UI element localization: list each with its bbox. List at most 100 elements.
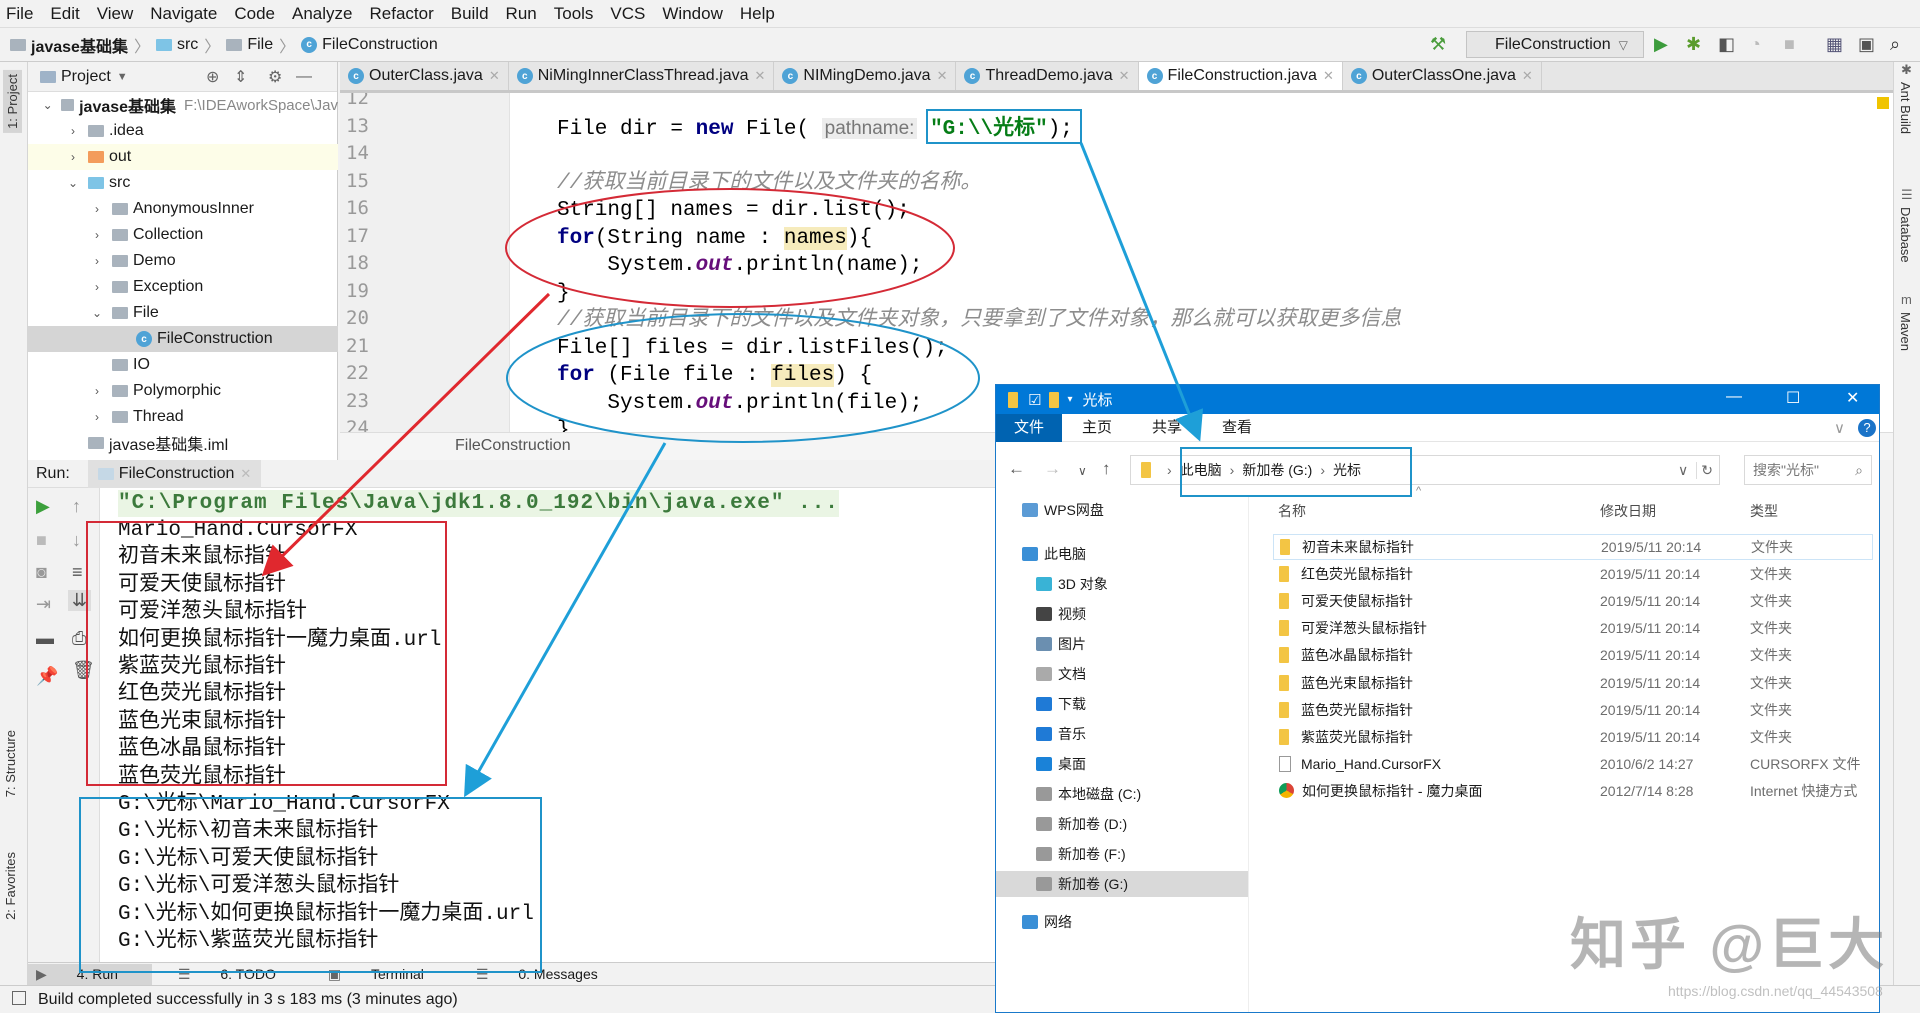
close-icon[interactable]: ✕: [1119, 68, 1130, 84]
chevron-right-icon[interactable]: ›: [90, 202, 104, 216]
close-icon[interactable]: ✕: [755, 68, 766, 84]
tree-item[interactable]: ⌄ src: [28, 170, 338, 196]
file-row[interactable]: 可爱洋葱头鼠标指针 2019/5/11 20:14 文件夹: [1273, 615, 1873, 641]
menu-view[interactable]: View: [97, 4, 134, 24]
menu-help[interactable]: Help: [740, 4, 775, 24]
nav-item[interactable]: 本地磁盘 (C:): [996, 781, 1248, 807]
collapse-all-icon[interactable]: ⇕: [234, 67, 247, 87]
help-icon[interactable]: ?: [1858, 419, 1876, 437]
status-toggle-icon[interactable]: [12, 991, 26, 1005]
scroll-to-end-icon[interactable]: ⇊: [68, 590, 92, 611]
recent-locations-icon[interactable]: ∨: [1078, 464, 1087, 478]
nav-item[interactable]: 网络: [996, 909, 1248, 935]
breadcrumb-item[interactable]: File 〉: [226, 33, 295, 57]
menu-edit[interactable]: Edit: [50, 4, 79, 24]
tree-item[interactable]: › AnonymousInner: [28, 196, 338, 222]
column-header[interactable]: 名称: [1278, 501, 1306, 521]
nav-item[interactable]: 新加卷 (G:): [996, 871, 1248, 897]
soft-wrap-icon[interactable]: ≡: [72, 562, 83, 583]
address-segment[interactable]: 此电脑: [1180, 460, 1222, 480]
ribbon-tab[interactable]: 查看: [1202, 414, 1272, 442]
locate-icon[interactable]: ⊕: [206, 67, 219, 87]
layout-icon[interactable]: ▬: [36, 628, 54, 649]
tree-item[interactable]: › Collection: [28, 222, 338, 248]
close-icon[interactable]: ✕: [937, 68, 948, 84]
tree-item[interactable]: › Thread: [28, 404, 338, 430]
profile-icon[interactable]: ◔: [1750, 34, 1761, 55]
tool-tab-database[interactable]: Database: [1898, 207, 1913, 263]
up-arrow-icon[interactable]: ↑: [72, 496, 81, 517]
run-icon[interactable]: ▶: [1654, 34, 1668, 55]
new-folder-icon[interactable]: [1049, 391, 1060, 408]
breadcrumb-item[interactable]: javase基础集〉: [10, 33, 150, 57]
chevron-right-icon[interactable]: ›: [90, 280, 104, 294]
stop-icon[interactable]: ■: [36, 530, 47, 551]
terminal-window-icon[interactable]: ▣: [1858, 34, 1875, 55]
coverage-icon[interactable]: ◧: [1718, 34, 1735, 55]
file-row[interactable]: 红色荧光鼠标指针 2019/5/11 20:14 文件夹: [1273, 561, 1873, 587]
stop-icon[interactable]: ■: [1784, 34, 1795, 55]
tree-item[interactable]: c FileConstruction: [28, 326, 338, 352]
address-bar[interactable]: › 此电脑 › 新加卷 (G:) › 光标 ∨ ↻: [1130, 455, 1720, 485]
tree-item[interactable]: IO: [28, 352, 338, 378]
tool-tab-ant-build[interactable]: Ant Build: [1898, 82, 1913, 134]
restore-layout-icon[interactable]: ⇥: [36, 594, 51, 615]
nav-item[interactable]: 文档: [996, 661, 1248, 687]
hide-icon[interactable]: —: [296, 68, 312, 86]
tree-item[interactable]: ⌄ File: [28, 300, 338, 326]
menu-code[interactable]: Code: [234, 4, 275, 24]
ribbon-tab[interactable]: 共享: [1132, 414, 1202, 442]
tree-item[interactable]: › out: [28, 144, 338, 170]
nav-item[interactable]: 桌面: [996, 751, 1248, 777]
project-structure-icon[interactable]: ▦: [1826, 34, 1843, 55]
tree-item[interactable]: › .idea: [28, 118, 338, 144]
file-row[interactable]: 蓝色光束鼠标指针 2019/5/11 20:14 文件夹: [1273, 670, 1873, 696]
tool-tab-project[interactable]: 1: Project: [3, 70, 22, 133]
menu-tools[interactable]: Tools: [554, 4, 594, 24]
breadcrumb-item[interactable]: c FileConstruction: [301, 36, 438, 54]
file-row[interactable]: 蓝色荧光鼠标指针 2019/5/11 20:14 文件夹: [1273, 697, 1873, 723]
run-configuration-select[interactable]: FileConstruction ▽: [1466, 31, 1644, 58]
menu-vcs[interactable]: VCS: [610, 4, 645, 24]
ribbon-tab[interactable]: 文件: [996, 413, 1063, 442]
run-tab[interactable]: FileConstruction ✕: [87, 459, 262, 488]
address-segment[interactable]: 光标: [1333, 460, 1361, 480]
chevron-right-icon[interactable]: ›: [1167, 462, 1172, 478]
nav-item[interactable]: 新加卷 (F:): [996, 841, 1248, 867]
debug-icon[interactable]: ✱: [1686, 34, 1701, 55]
nav-item[interactable]: 视频: [996, 601, 1248, 627]
up-arrow-icon[interactable]: ↑: [1102, 459, 1111, 479]
menu-run[interactable]: Run: [506, 4, 537, 24]
build-hammer-icon[interactable]: ⚒: [1430, 34, 1446, 55]
nav-item[interactable]: 音乐: [996, 721, 1248, 747]
address-segment[interactable]: 新加卷 (G:): [1242, 460, 1312, 480]
dump-threads-icon[interactable]: ◙: [36, 562, 47, 583]
column-header[interactable]: 类型: [1750, 501, 1778, 521]
editor-tab[interactable]: c NIMingDemo.java ✕: [774, 62, 957, 90]
editor-tab[interactable]: c OuterClassOne.java ✕: [1343, 62, 1542, 90]
editor-tab[interactable]: c NiMingInnerClassThread.java ✕: [509, 62, 775, 90]
chevron-down-icon[interactable]: ⌄: [66, 176, 80, 190]
trash-icon[interactable]: 🗑: [72, 660, 95, 681]
chevron-down-icon[interactable]: ⌄: [42, 98, 53, 112]
tree-item[interactable]: javase基础集.iml: [28, 430, 338, 456]
back-arrow-icon[interactable]: ←: [1008, 459, 1025, 479]
quick-access-dropdown-icon[interactable]: ▾: [1067, 394, 1072, 405]
nav-item[interactable]: WPS网盘: [996, 497, 1248, 523]
down-arrow-icon[interactable]: ↓: [72, 530, 81, 551]
menu-navigate[interactable]: Navigate: [150, 4, 217, 24]
close-icon[interactable]: ✕: [1522, 68, 1533, 84]
editor-tab[interactable]: c FileConstruction.java ✕: [1138, 62, 1343, 90]
bottom-tab[interactable]: ▶ 4: Run: [28, 963, 152, 985]
chevron-right-icon[interactable]: ›: [1320, 462, 1325, 478]
tree-item[interactable]: › Exception: [28, 274, 338, 300]
file-row[interactable]: 可爱天使鼠标指针 2019/5/11 20:14 文件夹: [1273, 588, 1873, 614]
expand-ribbon-icon[interactable]: ∨: [1834, 419, 1845, 437]
file-row[interactable]: 蓝色冰晶鼠标指针 2019/5/11 20:14 文件夹: [1273, 642, 1873, 668]
nav-item[interactable]: 图片: [996, 631, 1248, 657]
project-view-select[interactable]: Project: [61, 68, 111, 86]
menu-analyze[interactable]: Analyze: [292, 4, 352, 24]
address-history-icon[interactable]: ∨: [1678, 462, 1688, 479]
tool-tab-favorites[interactable]: 2: Favorites: [3, 852, 18, 920]
tree-item[interactable]: › Demo: [28, 248, 338, 274]
